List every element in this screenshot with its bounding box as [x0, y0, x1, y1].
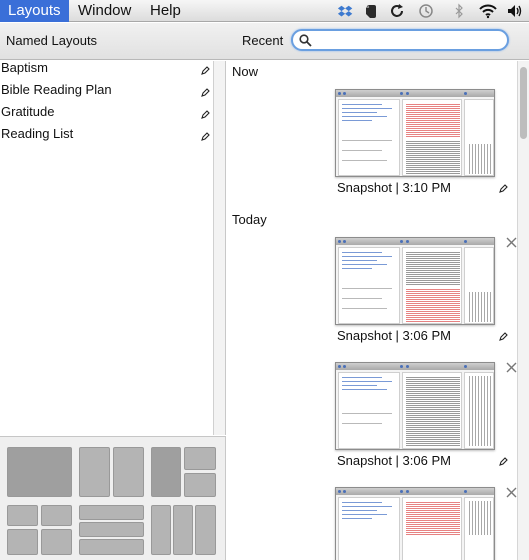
template-three-column[interactable] [151, 505, 216, 555]
template-single-pane[interactable] [7, 447, 72, 497]
recent-layouts: Now Snapshot | 3:10 PM Today Snapshot | … [227, 61, 517, 560]
edit-icon[interactable] [499, 457, 508, 466]
list-item[interactable]: Bible Reading Plan [0, 83, 213, 105]
layout-name: Baptism [1, 60, 48, 75]
recent-scrollbar[interactable] [517, 61, 529, 560]
time-machine-icon[interactable] [418, 3, 434, 19]
snapshot-label: Snapshot | 3:06 PM [337, 453, 451, 468]
layout-name: Gratitude [1, 104, 55, 119]
snapshot-thumbnail[interactable] [335, 89, 495, 177]
sync-icon[interactable] [389, 3, 405, 19]
search-field[interactable] [291, 29, 509, 51]
template-two-column[interactable] [79, 447, 144, 497]
list-item[interactable]: Gratitude [0, 105, 213, 127]
recent-title: Recent [242, 33, 284, 48]
snapshot-thumbnail[interactable] [335, 487, 495, 560]
close-icon[interactable] [506, 237, 517, 248]
edit-icon[interactable] [201, 66, 210, 75]
menu-window[interactable]: Window [70, 0, 139, 22]
bluetooth-icon[interactable] [451, 3, 467, 19]
layout-name: Reading List [1, 126, 74, 141]
snapshot-label: Snapshot | 3:10 PM [337, 180, 451, 195]
close-icon[interactable] [506, 487, 517, 498]
wifi-icon[interactable] [479, 3, 497, 19]
layout-templates [0, 436, 226, 560]
template-four-grid[interactable] [7, 505, 72, 555]
layouts-header: Named Layouts Recent [0, 23, 529, 60]
section-label-today: Today [232, 212, 267, 227]
edit-icon[interactable] [499, 332, 508, 341]
list-item[interactable]: Baptism [0, 61, 213, 83]
search-input[interactable] [315, 32, 501, 48]
close-icon[interactable] [506, 362, 517, 373]
search-icon [299, 34, 312, 47]
edit-icon[interactable] [201, 132, 210, 141]
snapshot-thumbnail[interactable] [335, 362, 495, 450]
edit-icon[interactable] [201, 88, 210, 97]
dropbox-icon[interactable] [337, 3, 353, 19]
evernote-icon[interactable] [363, 3, 379, 19]
left-scrollbar[interactable] [213, 61, 226, 435]
menu-help[interactable]: Help [142, 0, 189, 22]
edit-icon[interactable] [201, 110, 210, 119]
template-three-row[interactable] [79, 505, 144, 555]
snapshot-label: Snapshot | 3:06 PM [337, 328, 451, 343]
scrollbar-thumb[interactable] [520, 67, 527, 139]
named-layouts-title: Named Layouts [6, 33, 98, 48]
template-main-with-two-right[interactable] [151, 447, 216, 497]
section-label-now: Now [232, 64, 259, 79]
list-item[interactable]: Reading List [0, 127, 213, 149]
volume-icon[interactable] [507, 3, 523, 19]
layout-name: Bible Reading Plan [1, 82, 112, 97]
edit-icon[interactable] [499, 184, 508, 193]
menu-bar: Layouts Window Help [0, 0, 529, 22]
named-layouts-list: Baptism Bible Reading Plan Gratitude Rea… [0, 61, 213, 435]
snapshot-thumbnail[interactable] [335, 237, 495, 325]
menu-layouts[interactable]: Layouts [0, 0, 69, 22]
